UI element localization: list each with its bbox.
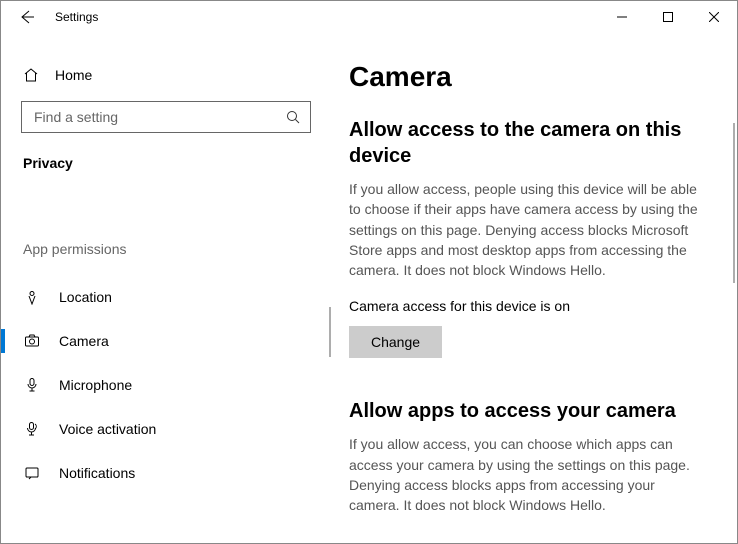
home-label: Home — [55, 67, 92, 83]
titlebar: Settings — [1, 1, 737, 33]
window-title: Settings — [55, 10, 98, 24]
sidebar-item-label: Microphone — [59, 377, 132, 393]
search-input[interactable] — [32, 108, 286, 126]
sidebar-item-label: Camera — [59, 333, 109, 349]
sidebar-item-label: Location — [59, 289, 112, 305]
sidebar-item-notifications[interactable]: Notifications — [1, 451, 331, 495]
minimize-button[interactable] — [599, 1, 645, 33]
search-box[interactable] — [21, 101, 311, 133]
change-button[interactable]: Change — [349, 326, 442, 358]
sidebar-section-title: Privacy — [1, 133, 331, 171]
home-icon — [23, 67, 39, 83]
section-heading-app-access: Allow apps to access your camera — [349, 398, 719, 424]
voice-icon — [23, 421, 41, 437]
sidebar-item-location[interactable]: Location — [1, 275, 331, 319]
sidebar-item-microphone[interactable]: Microphone — [1, 363, 331, 407]
notifications-icon — [23, 465, 41, 481]
sidebar-item-label: Voice activation — [59, 421, 156, 437]
back-button[interactable] — [17, 7, 37, 27]
page-title: Camera — [349, 61, 719, 93]
sidebar-group-label: App permissions — [1, 241, 331, 257]
location-icon — [23, 289, 41, 305]
section-body-app-access: If you allow access, you can choose whic… — [349, 434, 709, 515]
main-scrollbar[interactable] — [733, 123, 735, 283]
close-button[interactable] — [691, 1, 737, 33]
home-nav[interactable]: Home — [1, 57, 331, 93]
sidebar: Home Privacy App permissions Location — [1, 33, 331, 543]
sidebar-item-voice-activation[interactable]: Voice activation — [1, 407, 331, 451]
microphone-icon — [23, 377, 41, 393]
device-access-status: Camera access for this device is on — [349, 298, 719, 314]
sidebar-item-label: Notifications — [59, 465, 135, 481]
sidebar-nav: Location Camera Microphone — [1, 275, 331, 495]
search-icon — [286, 110, 300, 124]
close-icon — [709, 12, 719, 22]
main-pane: Camera Allow access to the camera on thi… — [331, 33, 737, 543]
camera-icon — [23, 333, 41, 349]
minimize-icon — [617, 12, 627, 22]
maximize-icon — [663, 12, 673, 22]
section-body-device-access: If you allow access, people using this d… — [349, 179, 709, 280]
maximize-button[interactable] — [645, 1, 691, 33]
section-heading-device-access: Allow access to the camera on this devic… — [349, 117, 719, 169]
arrow-left-icon — [19, 9, 35, 25]
sidebar-item-camera[interactable]: Camera — [1, 319, 331, 363]
